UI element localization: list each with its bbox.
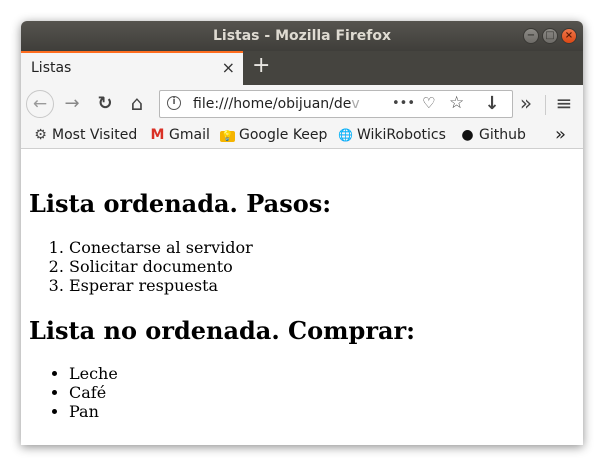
close-window-button[interactable]: × xyxy=(561,28,577,44)
bookmark-label: Gmail xyxy=(169,127,210,143)
page-content: Lista ordenada. Pasos: Conectarse al ser… xyxy=(21,149,583,445)
bookmark-gmail[interactable]: M Gmail xyxy=(150,127,210,143)
bookmark-google-keep[interactable]: 💡 Google Keep xyxy=(220,127,327,143)
list-item: Pan xyxy=(69,402,118,421)
hamburger-menu-button[interactable]: ≡ xyxy=(553,93,575,113)
tab-close-icon[interactable]: × xyxy=(222,58,235,77)
list-item: Café xyxy=(69,383,118,402)
unordered-list: Leche Café Pan xyxy=(69,364,118,421)
tab-listas[interactable]: Listas × xyxy=(21,51,243,85)
heading-unordered-list: Lista no ordenada. Comprar: xyxy=(29,316,416,345)
window-title: Listas - Mozilla Firefox xyxy=(212,28,391,44)
heading-ordered-list: Lista ordenada. Pasos: xyxy=(29,189,332,218)
gear-icon: ⚙ xyxy=(34,127,47,143)
navigation-toolbar: ← → ↻ ⌂ i file:///home/obijuan/dev ••• ♡… xyxy=(21,85,583,123)
minimize-button[interactable]: − xyxy=(523,28,539,44)
url-bar[interactable]: i file:///home/obijuan/dev ••• ♡ ☆ xyxy=(159,90,513,118)
github-icon: ● xyxy=(461,127,474,143)
bookmark-label: Google Keep xyxy=(239,127,328,143)
gmail-icon: M xyxy=(150,127,165,143)
bookmarks-toolbar: ⚙ Most Visited M Gmail 💡 Google Keep 🌐 WikiR… xyxy=(21,123,583,149)
reload-button[interactable]: ↻ xyxy=(94,94,116,114)
maximize-button[interactable]: □ xyxy=(542,28,558,44)
toolbar-overflow-button[interactable]: » xyxy=(515,93,537,113)
globe-icon: 🌐 xyxy=(338,128,353,142)
window-controls: − □ × xyxy=(523,28,577,44)
toolbar-separator xyxy=(545,95,546,115)
tab-title: Listas xyxy=(31,60,72,76)
pocket-icon[interactable]: ♡ xyxy=(422,94,435,112)
page-actions-icon[interactable]: ••• xyxy=(392,96,415,111)
browser-window: Listas - Mozilla Firefox − □ × Listas × … xyxy=(21,21,583,445)
bookmark-wikirobotics[interactable]: 🌐 WikiRobotics xyxy=(338,127,446,143)
url-text: file:///home/obijuan/dev xyxy=(193,96,385,112)
new-tab-button[interactable]: + xyxy=(252,53,270,78)
forward-button[interactable]: → xyxy=(61,94,83,114)
downloads-button[interactable]: ↓ xyxy=(481,94,503,114)
bookmark-github[interactable]: ● Github xyxy=(460,127,526,143)
list-item: Esperar respuesta xyxy=(69,276,253,295)
home-button[interactable]: ⌂ xyxy=(126,93,148,113)
list-item: Conectarse al servidor xyxy=(69,238,253,257)
url-visible-text: file:///home/obijuan/de xyxy=(193,96,352,112)
ordered-list: Conectarse al servidor Solicitar documen… xyxy=(69,238,253,295)
back-button[interactable]: ← xyxy=(26,90,54,118)
tab-strip: Listas × + xyxy=(21,51,583,85)
keep-icon: 💡 xyxy=(220,131,235,142)
bookmark-label: WikiRobotics xyxy=(357,127,446,143)
title-bar: Listas - Mozilla Firefox − □ × xyxy=(21,21,583,51)
bookmark-most-visited[interactable]: ⚙ Most Visited xyxy=(33,127,137,143)
bookmark-label: Most Visited xyxy=(52,127,138,143)
bookmark-star-icon[interactable]: ☆ xyxy=(449,93,464,113)
bookmarks-overflow-button[interactable]: » xyxy=(555,124,566,145)
list-item: Solicitar documento xyxy=(69,257,253,276)
list-item: Leche xyxy=(69,364,118,383)
bookmark-label: Github xyxy=(479,127,526,143)
url-faded-text: v xyxy=(351,96,360,112)
info-icon[interactable]: i xyxy=(167,96,181,110)
